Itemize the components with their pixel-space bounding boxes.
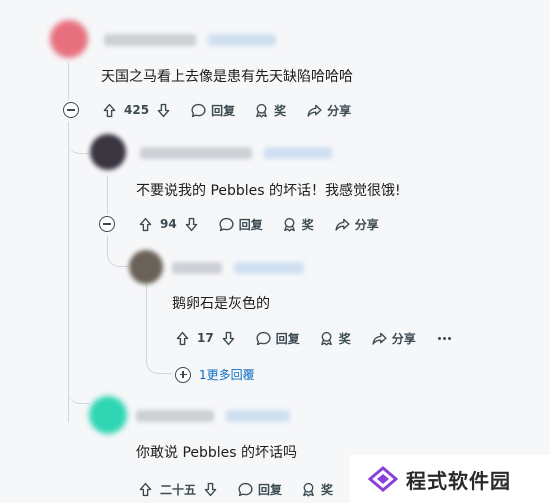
- thread-line-level2: [107, 176, 108, 214]
- reply-button[interactable]: 回复: [218, 216, 263, 233]
- upvote-button[interactable]: [174, 330, 191, 347]
- share-button[interactable]: 分享: [306, 102, 351, 119]
- upvote-button[interactable]: [137, 481, 154, 498]
- avatar[interactable]: [90, 134, 126, 170]
- comment-actions: 二十五 回复 奖: [137, 477, 333, 501]
- share-icon: [335, 218, 350, 231]
- reply-label: 回复: [211, 103, 236, 118]
- avatar[interactable]: [89, 396, 127, 434]
- reply-label: 回复: [258, 482, 283, 497]
- timestamp-redacted: [234, 262, 304, 274]
- username-redacted: [172, 262, 222, 274]
- overflow-dot: [437, 336, 441, 340]
- timestamp-redacted: [264, 147, 332, 159]
- expand-icon: [175, 366, 191, 383]
- thread-branch: [107, 240, 129, 267]
- more-replies-label: 1更多回覆: [199, 368, 255, 382]
- reply-icon: [256, 331, 271, 345]
- award-label: 奖: [338, 331, 351, 346]
- vote-count: 94: [160, 217, 177, 231]
- avatar[interactable]: [129, 250, 163, 284]
- upvote-icon: [139, 482, 152, 496]
- comment-actions: 425 回复 奖 分享: [63, 98, 351, 122]
- award-button[interactable]: 奖: [281, 216, 314, 233]
- overflow-dot: [442, 336, 446, 340]
- vote-count: 425: [124, 103, 150, 117]
- reply-icon: [238, 482, 253, 496]
- share-button[interactable]: 分享: [371, 330, 416, 347]
- award-icon: [303, 482, 314, 497]
- reply-label: 回复: [275, 331, 300, 346]
- share-button[interactable]: 分享: [334, 216, 379, 233]
- comment-body: 你敢说 Pebbles 的坏话吗: [136, 445, 298, 461]
- downvote-icon: [157, 103, 170, 117]
- thread-branch: [68, 380, 90, 404]
- downvote-button[interactable]: [220, 330, 237, 347]
- vote-count: 17: [197, 331, 214, 345]
- username-redacted: [136, 410, 214, 422]
- share-label: 分享: [391, 331, 416, 346]
- vote-count: 二十五: [160, 482, 197, 497]
- downvote-button[interactable]: [155, 102, 172, 119]
- share-icon: [307, 104, 322, 117]
- downvote-icon: [185, 217, 197, 231]
- reply-label: 回复: [238, 217, 263, 232]
- logo-icon: [368, 466, 398, 492]
- award-label: 奖: [274, 103, 287, 118]
- share-label: 分享: [354, 217, 379, 232]
- upvote-icon: [139, 217, 152, 231]
- reply-icon: [191, 103, 206, 117]
- share-label: 分享: [327, 103, 352, 118]
- comment-body: 天国之马看上去像是患有先天缺陷哈哈哈: [101, 69, 353, 85]
- upvote-icon: [103, 103, 116, 117]
- reply-icon: [219, 217, 234, 231]
- comment-body: 鹅卵石是灰色的: [172, 296, 270, 312]
- upvote-icon: [176, 331, 189, 345]
- timestamp-redacted: [208, 34, 276, 46]
- award-label: 奖: [321, 482, 334, 497]
- award-label: 奖: [301, 217, 314, 232]
- username-redacted: [104, 34, 196, 46]
- upvote-button[interactable]: [137, 216, 154, 233]
- avatar[interactable]: [50, 20, 88, 58]
- downvote-icon: [204, 482, 217, 496]
- watermark-text: 程式软件园: [406, 468, 511, 493]
- award-icon: [256, 103, 267, 118]
- award-icon: [283, 217, 295, 232]
- downvote-icon: [222, 331, 234, 345]
- timestamp-redacted: [226, 410, 290, 422]
- award-button[interactable]: 奖: [318, 330, 351, 347]
- reply-button[interactable]: 回复: [255, 330, 300, 347]
- thread-line-root: [68, 122, 69, 422]
- share-icon: [372, 332, 387, 345]
- reply-button[interactable]: 回复: [237, 481, 282, 498]
- collapse-icon[interactable]: [99, 216, 115, 232]
- overflow-dot: [447, 336, 451, 340]
- downvote-button[interactable]: [183, 216, 200, 233]
- comment-actions: 17 回复 奖 分享: [174, 326, 451, 350]
- thread-line-root: [68, 62, 69, 100]
- watermark-logo: 程式软件园: [350, 455, 550, 503]
- thread-branch: [146, 352, 172, 374]
- award-button[interactable]: 奖: [253, 102, 286, 119]
- upvote-button[interactable]: [101, 102, 118, 119]
- more-options-button[interactable]: [437, 336, 451, 340]
- downvote-button[interactable]: [202, 481, 219, 498]
- more-replies-link[interactable]: 1更多回覆: [175, 366, 255, 383]
- award-icon: [320, 331, 332, 346]
- comment-actions: 94 回复 奖 分享: [99, 212, 379, 236]
- award-button[interactable]: 奖: [300, 481, 333, 498]
- collapse-icon[interactable]: [63, 102, 79, 118]
- reply-button[interactable]: 回复: [190, 102, 235, 119]
- thread-branch: [68, 130, 90, 154]
- comment-body: 不要说我的 Pebbles 的坏话！我感觉很饿!: [136, 183, 401, 199]
- username-redacted: [140, 147, 252, 159]
